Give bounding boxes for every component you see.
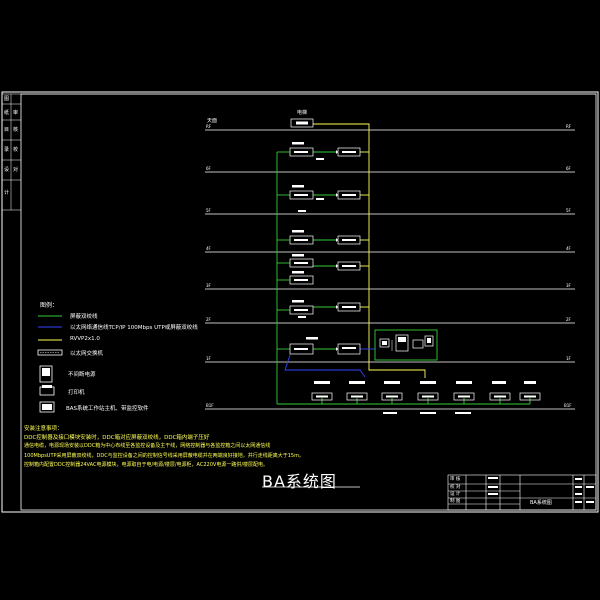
svg-text:B1F: B1F — [206, 403, 214, 408]
basement-top-labels — [314, 381, 536, 384]
title-block-fill — [488, 477, 594, 503]
svg-text:5F: 5F — [566, 208, 572, 213]
ba-system-drawing: RF RF 6F 6F 5F 5F 4F 4F 3F 3F 2F 2F 1F 1F B1F B1… — [1, 91, 599, 513]
svg-text:2F: 2F — [206, 317, 212, 322]
left-margin-table — [2, 94, 21, 211]
title-block — [447, 474, 597, 511]
svg-text:6F: 6F — [206, 166, 212, 171]
svg-text:5F: 5F — [206, 208, 212, 213]
basement-device-fill — [316, 395, 536, 398]
svg-text:4F: 4F — [566, 246, 572, 251]
floor-lines — [205, 129, 575, 410]
green-riser — [276, 151, 531, 405]
ddc-controller-fill — [294, 151, 308, 350]
workstation-group — [374, 329, 438, 361]
svg-text:1F: 1F — [566, 356, 572, 361]
blue-ethernet-line — [284, 348, 375, 378]
inner-frame — [20, 93, 597, 511]
svg-text:6F: 6F — [566, 166, 572, 171]
legend-graphics — [37, 315, 63, 413]
svg-text:B1F: B1F — [564, 403, 572, 408]
svg-text:RF: RF — [206, 124, 212, 129]
svg-text:1F: 1F — [206, 356, 212, 361]
svg-text:2F: 2F — [566, 317, 572, 322]
floor-ticks: RF RF 6F 6F 5F 5F 4F 4F 3F 3F 2F 2F 1F 1F B1F B1… — [206, 124, 572, 408]
svg-text:RF: RF — [566, 124, 572, 129]
svg-text:3F: 3F — [206, 283, 212, 288]
top-device — [290, 118, 314, 128]
svg-text:4F: 4F — [206, 246, 212, 251]
secondary-module-fill — [342, 151, 356, 349]
link-arrows — [336, 150, 338, 351]
basement-bottom-labels — [383, 412, 471, 414]
svg-text:3F: 3F — [566, 283, 572, 288]
